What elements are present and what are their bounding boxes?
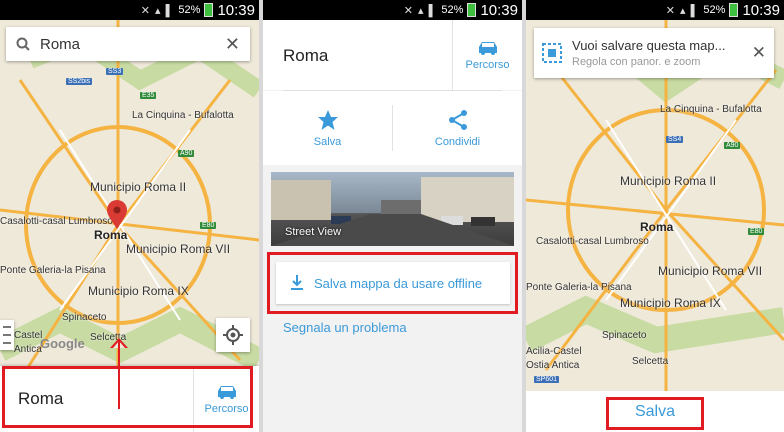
battery-percent: 52%: [178, 4, 201, 16]
place-title: Roma: [283, 46, 329, 65]
map-label: La Cinquina - Bufalotta: [660, 104, 762, 115]
clock: 10:39: [217, 1, 255, 19]
battery-icon: [729, 3, 739, 17]
highlight-box: [2, 366, 253, 428]
highlight-box: [267, 252, 518, 314]
map-label: Acilia-Castel: [526, 346, 582, 357]
route-button[interactable]: Percorso: [452, 20, 522, 90]
layers-menu-button[interactable]: [0, 320, 14, 350]
map-label: Municipio Roma II: [620, 174, 717, 188]
map-pin-icon[interactable]: [106, 200, 128, 230]
map-label: Antica: [14, 344, 42, 355]
battery-percent: 52%: [441, 4, 464, 16]
map-label-city: Roma: [640, 220, 674, 234]
clock: 10:39: [742, 1, 780, 19]
save-label: Salva: [313, 135, 342, 148]
car-icon: [478, 41, 497, 55]
share-button[interactable]: Condividi: [393, 91, 522, 165]
google-logo: Google: [40, 336, 85, 351]
my-location-button[interactable]: [216, 318, 250, 352]
road-shield: SS4: [666, 136, 684, 143]
prompt-subtitle: Regola con panor. e zoom: [572, 56, 701, 68]
close-icon[interactable]: ✕: [752, 43, 766, 63]
map-label: Municipio Roma IX: [88, 284, 189, 298]
map-label: Casalotti-casal Lumbroso: [0, 216, 113, 227]
map-label: Selcetta: [632, 356, 669, 367]
road-shield: SS3: [106, 68, 124, 75]
map-label: Spinaceto: [62, 312, 107, 323]
map-label: Casalotti-casal Lumbroso: [536, 236, 649, 247]
map-label: Municipio Roma IX: [620, 296, 721, 310]
road-shield: A90: [178, 150, 195, 157]
share-icon: [448, 109, 467, 130]
road-shield: SP601: [534, 376, 560, 383]
battery-icon: [204, 3, 214, 17]
map-label: Ponte Galeria-la Pisana: [526, 282, 632, 293]
road-shield: E80: [200, 222, 217, 229]
route-label: Percorso: [465, 58, 510, 71]
panel-search-result: ✕ ▴ ▌ 52% 10:39 SS3 SS2bis E35 A90 E80 L…: [0, 0, 259, 432]
save-button[interactable]: Salva: [263, 91, 392, 165]
map-area-icon: [542, 43, 562, 63]
map-label: Municipio Roma VII: [658, 264, 763, 278]
star-icon: [317, 109, 338, 130]
prompt-title: Vuoi salvare questa map...: [572, 38, 726, 53]
road-shield: E35: [140, 92, 157, 99]
highlight-box: [606, 397, 704, 430]
save-map-prompt: Vuoi salvare questa map... Regola con pa…: [534, 28, 774, 78]
panel-place-details: ✕ ▴ ▌ 52% 10:39 Roma Percorso Salva Cond…: [263, 0, 522, 432]
status-bar: ✕ ▴ ▌ 52% 10:39: [263, 0, 522, 20]
search-query[interactable]: Roma: [40, 36, 225, 53]
street-view-label: Street View: [285, 226, 342, 238]
signal-icon: ✕ ▴ ▌: [140, 4, 175, 17]
map-label: Municipio Roma VII: [126, 242, 231, 256]
road-shield: E80: [748, 228, 765, 235]
clear-search-icon[interactable]: ✕: [225, 34, 240, 55]
arrow-shaft: [118, 341, 120, 409]
map-label: Municipio Roma II: [90, 180, 187, 194]
crosshair-icon: [223, 325, 243, 345]
street-view-thumbnail[interactable]: Street View: [271, 172, 514, 246]
share-label: Condividi: [434, 135, 481, 148]
map-label-city: Roma: [94, 228, 128, 242]
map-label: Castel: [14, 330, 43, 341]
search-icon: [16, 37, 30, 51]
action-bar: Salva Condividi: [263, 91, 522, 165]
status-bar: ✕ ▴ ▌ 52% 10:39: [0, 0, 259, 20]
panel-save-offline: ✕ ▴ ▌ 52% 10:39 SS4 A90 E80 SP601 La Cin…: [526, 0, 784, 432]
report-problem-link[interactable]: Segnala un problema: [283, 320, 407, 335]
map-label: Ponte Galeria-la Pisana: [0, 265, 106, 276]
map-label: Spinaceto: [602, 330, 647, 341]
battery-percent: 52%: [703, 4, 726, 16]
battery-icon: [467, 3, 477, 17]
map-label: Ostia Antica: [526, 360, 580, 371]
road-shield: SS2bis: [66, 78, 93, 85]
clock: 10:39: [480, 1, 518, 19]
search-bar[interactable]: Roma ✕: [6, 27, 250, 61]
place-header: Roma Percorso: [263, 20, 522, 90]
signal-icon: ✕ ▴ ▌: [403, 4, 438, 17]
signal-icon: ✕ ▴ ▌: [665, 4, 700, 17]
status-bar: ✕ ▴ ▌ 52% 10:39: [526, 0, 784, 20]
map-label: La Cinquina - Bufalotta: [132, 110, 234, 121]
road-shield: A90: [724, 142, 741, 149]
